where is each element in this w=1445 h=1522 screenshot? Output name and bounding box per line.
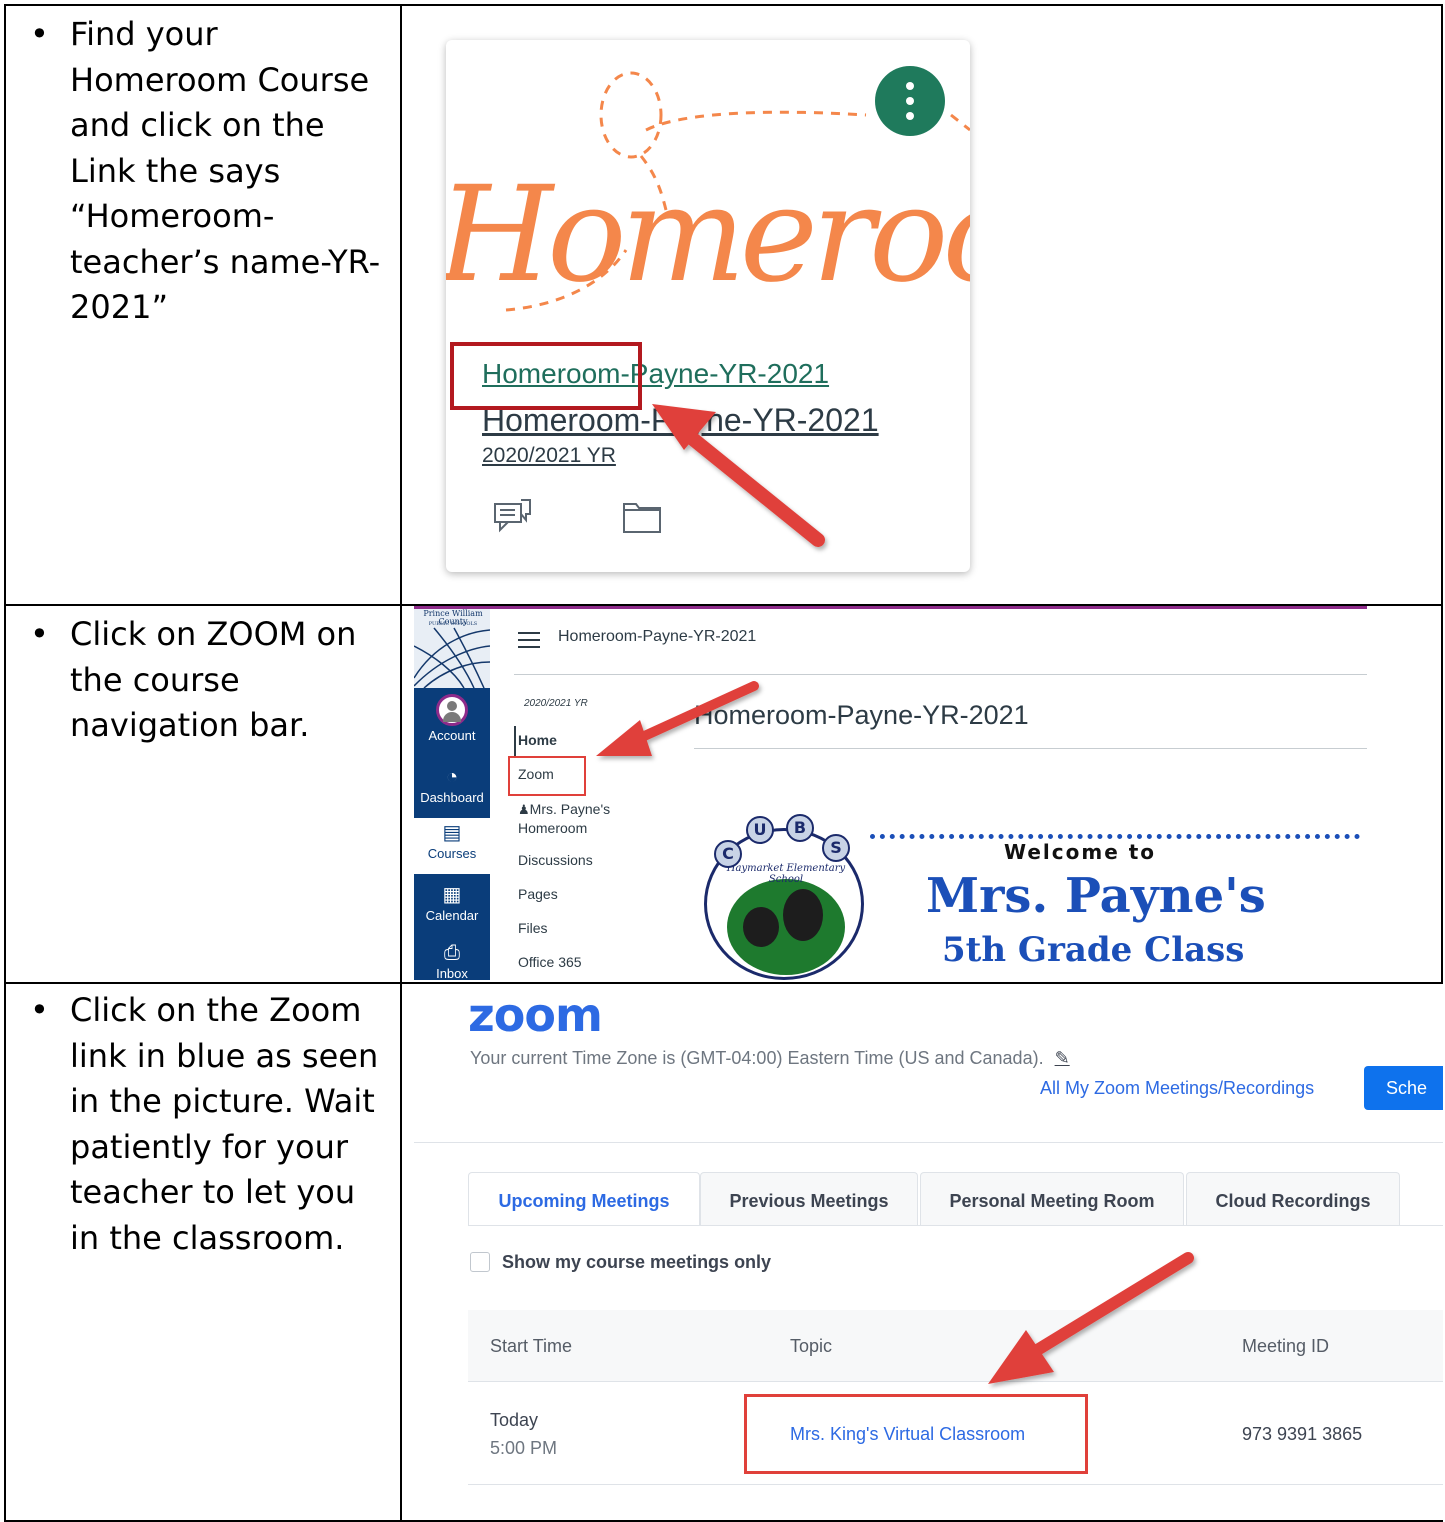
dashboard-icon: ◔: [445, 766, 459, 788]
global-nav-courses[interactable]: ▤ Courses: [414, 818, 490, 874]
calendar-icon: ▦: [442, 884, 462, 906]
courses-icon: ▤: [442, 822, 462, 844]
district-logo[interactable]: Prince William County PUBLIC SCHOOLS: [414, 606, 490, 688]
step-2-text: Click on ZOOM on the course navigation b…: [70, 615, 357, 744]
zoom-meetings-screenshot: zoom Your current Time Zone is (GMT-04:0…: [402, 984, 1443, 1520]
zoom-logo: zoom: [468, 988, 603, 1042]
course-term: 2020/2021 YR: [482, 444, 616, 467]
banner-teacher: Mrs. Payne's: [926, 868, 1266, 924]
edit-pencil-icon[interactable]: ✎: [1055, 1048, 1070, 1069]
course-nav-office-365[interactable]: Office 365: [518, 954, 582, 970]
course-nav-pages[interactable]: Pages: [518, 886, 558, 902]
header-divider: [514, 674, 1367, 675]
header-start-time: Start Time: [490, 1336, 573, 1356]
schedule-meeting-button[interactable]: Sche: [1364, 1066, 1443, 1110]
homeroom-script-text: Homeroom: [446, 158, 970, 312]
inbox-icon: ⎙: [444, 942, 460, 964]
section-divider: [414, 1142, 1443, 1143]
step-3-instruction: • Click on the Zoom link in blue as seen…: [30, 988, 390, 1261]
bullet: •: [30, 15, 49, 53]
tab-upcoming-meetings[interactable]: Upcoming Meetings: [468, 1172, 700, 1226]
tab-baseline: [468, 1225, 1443, 1226]
page-title: Homeroom-Payne-YR-2021: [694, 700, 1029, 730]
active-nav-marker: [514, 726, 516, 756]
welcome-banner: Haymarket Elementary School C U B S Welc…: [704, 802, 1367, 980]
course-meetings-label[interactable]: Show my course meetings only: [502, 1252, 771, 1273]
bullet: •: [30, 615, 49, 653]
step-1-text: Find your Homeroom Course and click on t…: [70, 15, 381, 326]
global-nav-dashboard[interactable]: ◔ Dashboard: [414, 764, 490, 805]
folder-icon[interactable]: [622, 498, 662, 538]
global-navigation: Prince William County PUBLIC SCHOOLS Acc…: [414, 606, 490, 980]
step-1-instruction: • Find your Homeroom Course and click on…: [30, 12, 390, 331]
tab-previous-meetings[interactable]: Previous Meetings: [700, 1172, 918, 1226]
meeting-id: 973 9391 3865: [1242, 1424, 1363, 1444]
global-nav-label: Calendar: [425, 908, 479, 923]
global-nav-label: Courses: [427, 846, 477, 861]
tab-cloud-recordings[interactable]: Cloud Recordings: [1186, 1172, 1400, 1226]
banner-welcome: Welcome to: [1004, 840, 1157, 864]
meeting-time: 5:00 PM: [490, 1438, 558, 1458]
row-divider: [468, 1484, 1443, 1485]
all-meetings-link[interactable]: All My Zoom Meetings/Recordings: [1040, 1078, 1314, 1099]
kebab-menu-icon: [906, 82, 914, 120]
meeting-day: Today: [490, 1410, 539, 1430]
topic-highlight-box: [744, 1394, 1088, 1474]
paw-letter-c: C: [714, 840, 742, 868]
tab-personal-meeting-room[interactable]: Personal Meeting Room: [920, 1172, 1184, 1226]
course-meetings-checkbox[interactable]: [470, 1252, 490, 1272]
card-options-button[interactable]: [875, 66, 945, 136]
breadcrumb[interactable]: Homeroom-Payne-YR-2021: [558, 628, 756, 646]
header-meeting-id: Meeting ID: [1242, 1336, 1330, 1356]
teacher-icon: ♟: [518, 802, 530, 817]
title-divider: [694, 748, 1367, 749]
banner-grade: 5th Grade Class: [942, 930, 1245, 970]
course-nav-files[interactable]: Files: [518, 920, 548, 936]
bullet: •: [30, 991, 49, 1029]
global-nav-inbox[interactable]: ⎙ Inbox: [414, 940, 490, 980]
course-nav-homeroom[interactable]: ♟Mrs. Payne's Homeroom: [518, 800, 658, 838]
course-card[interactable]: Homeroom Homeroom-Payne-YR-2021 Homeroom…: [446, 40, 970, 572]
global-nav-account[interactable]: Account: [414, 694, 490, 743]
step-2-instruction: • Click on ZOOM on the course navigation…: [30, 612, 390, 749]
zoom-highlight-box: [508, 756, 586, 796]
paw-letter-b: B: [786, 814, 814, 842]
global-nav-label: Dashboard: [420, 790, 484, 805]
header-topic: Topic: [790, 1336, 833, 1356]
global-nav-label: Inbox: [436, 966, 468, 980]
hamburger-menu-icon[interactable]: [518, 632, 540, 653]
course-nav-label: Mrs. Payne's Homeroom: [518, 801, 611, 836]
timezone-text: Your current Time Zone is (GMT-04:00) Ea…: [470, 1048, 1070, 1069]
paw-letter-s: S: [822, 834, 850, 862]
course-nav-discussions[interactable]: Discussions: [518, 852, 593, 868]
step-3-text: Click on the Zoom link in blue as seen i…: [70, 991, 379, 1257]
globe-icon: [414, 627, 490, 688]
course-nav-home[interactable]: Home: [518, 732, 557, 748]
dotted-rule: [870, 834, 1360, 839]
global-nav-calendar[interactable]: ▦ Calendar: [414, 882, 490, 923]
highlight-box: [450, 342, 642, 410]
discussions-icon[interactable]: [492, 496, 532, 536]
paw-letter-u: U: [746, 816, 774, 844]
avatar-icon: [414, 694, 490, 728]
course-term: 2020/2021 YR: [524, 698, 588, 709]
global-nav-label: Account: [428, 728, 476, 743]
accent-line: [414, 606, 1367, 609]
timezone-label: Your current Time Zone is (GMT-04:00) Ea…: [470, 1048, 1044, 1068]
canvas-course-screenshot: Prince William County PUBLIC SCHOOLS Acc…: [414, 606, 1367, 980]
